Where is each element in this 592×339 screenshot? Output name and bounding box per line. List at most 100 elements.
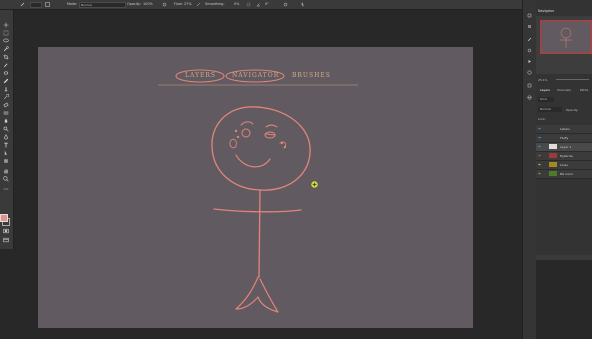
layer-name: BG Color [560, 172, 574, 176]
header-item-brushes: BRUSHES [292, 72, 331, 79]
hand-icon[interactable] [3, 168, 9, 174]
dodge-icon[interactable] [3, 126, 9, 132]
navigator-preview [560, 27, 572, 48]
visibility-eye-icon[interactable] [538, 163, 541, 166]
visibility-eye-icon[interactable] [538, 136, 541, 139]
eyedropper-icon[interactable] [3, 62, 9, 68]
stick-figure [211, 106, 311, 313]
canvas-drawing [158, 69, 358, 313]
path-select-icon[interactable] [3, 150, 9, 156]
healing-icon[interactable] [3, 70, 9, 76]
layer-name: Fluffy [560, 136, 569, 140]
header-item-layers: LAYERS [185, 72, 217, 79]
properties-icon[interactable] [527, 24, 532, 29]
layer-name: Labels [560, 127, 570, 131]
flow-label: Flow: [174, 2, 183, 6]
brush-settings-panel-icon[interactable] [527, 37, 532, 42]
options-bar: Mode: Normal Opacity: 100% Flow: 27% Smo… [0, 0, 592, 10]
tab-paths[interactable]: Paths [580, 88, 588, 92]
libraries-icon[interactable] [527, 95, 532, 100]
flow-value[interactable]: 27% [184, 2, 192, 6]
blur-icon[interactable] [3, 118, 9, 124]
crop-icon[interactable] [3, 54, 9, 60]
smoothing-gear-icon[interactable] [246, 2, 251, 7]
type-icon[interactable] [3, 142, 9, 148]
mode-label: Mode: [67, 2, 78, 6]
stamp-icon[interactable] [3, 86, 9, 92]
visibility-eye-icon[interactable] [538, 154, 541, 157]
mode-value: Normal [81, 3, 92, 7]
quick-select-icon[interactable] [3, 46, 9, 52]
layer-name: Lines [560, 163, 568, 167]
history-icon[interactable] [527, 13, 532, 18]
cursor-icon [310, 180, 319, 189]
layer-row[interactable]: Eyebrow [536, 152, 592, 161]
layers-empty-area [536, 179, 592, 255]
blend-mode-select[interactable]: Normal [538, 107, 562, 112]
tab-layers[interactable]: Layers [540, 88, 550, 92]
layer-name: Layer 1 [560, 145, 572, 149]
layer-thumbnail [549, 144, 557, 149]
opacity-label: Opacity: [127, 2, 141, 6]
layer-row[interactable]: Lines [536, 161, 592, 170]
visibility-eye-icon[interactable] [538, 127, 541, 130]
smoothing-value[interactable]: 0% [234, 2, 239, 6]
move-icon[interactable] [3, 22, 9, 28]
foreground-color-swatch[interactable] [0, 214, 8, 222]
smoothing-label: Smoothing: [205, 2, 225, 6]
panel-icons-column [522, 0, 536, 339]
layer-name: Eyebrow [560, 154, 573, 158]
layer-color-tag [549, 162, 557, 167]
angle-icon [256, 3, 260, 7]
document-canvas[interactable]: LAYERS NAVIGATOR BRUSHES [38, 47, 473, 328]
zoom-slider[interactable] [556, 79, 589, 80]
brushes-panel-icon[interactable] [527, 48, 532, 53]
screen-mode-icon[interactable] [3, 237, 9, 243]
navigator-panel [536, 16, 592, 74]
pressure-size-icon[interactable] [283, 2, 288, 7]
info-icon[interactable] [527, 70, 532, 75]
navigator-thumbnail[interactable] [540, 20, 592, 54]
shape-icon[interactable] [3, 158, 9, 164]
gradient-icon[interactable] [3, 110, 9, 116]
layer-opacity-label: Opacity: [566, 108, 579, 112]
pen-icon[interactable] [3, 134, 9, 140]
mode-select[interactable]: Normal [79, 2, 126, 8]
brush-tool-icon[interactable] [3, 78, 9, 84]
zoom-value[interactable]: 25.1% [538, 78, 548, 82]
history-brush-icon[interactable] [3, 94, 9, 100]
brush-settings-icon[interactable] [45, 2, 50, 7]
actions-icon[interactable] [527, 59, 532, 64]
airbrush-icon[interactable] [196, 2, 201, 7]
layer-row[interactable]: Fluffy [536, 134, 592, 143]
tab-channels[interactable]: Channels [557, 88, 571, 92]
layer-row[interactable]: BG Color [536, 170, 592, 179]
header-item-navigator: NAVIGATOR [232, 72, 280, 79]
layer-color-tag [549, 153, 557, 158]
layer-color-tag [549, 171, 557, 176]
symmetry-icon[interactable] [300, 2, 305, 7]
edit-toolbar-icon[interactable] [3, 186, 9, 192]
marquee-icon[interactable] [3, 30, 9, 36]
blend-mode-value: Normal [540, 107, 551, 111]
visibility-eye-icon[interactable] [538, 172, 541, 175]
navigator-tab[interactable]: Navigator [538, 9, 554, 13]
layer-row[interactable]: Labels [536, 125, 592, 134]
angle-value[interactable]: 0° [265, 2, 269, 6]
opacity-value[interactable]: 100% [143, 2, 153, 6]
lasso-icon[interactable] [3, 38, 9, 44]
layers-tabs: Layers Channels Paths [540, 87, 592, 93]
adjustments-icon[interactable] [527, 83, 532, 88]
brush-icon[interactable] [20, 2, 25, 7]
pressure-opacity-icon[interactable] [162, 2, 167, 7]
quick-mask-icon[interactable] [3, 228, 9, 234]
layer-row[interactable]: Layer 1 [536, 143, 592, 152]
kind-filter[interactable]: Kind [538, 97, 554, 102]
brush-preset-picker[interactable] [30, 2, 42, 8]
eraser-icon[interactable] [3, 102, 9, 108]
zoom-icon[interactable] [3, 176, 9, 182]
lock-label: Lock: [538, 117, 546, 121]
kind-label: Kind [540, 97, 547, 101]
panel-dock-empty [536, 260, 592, 339]
visibility-eye-icon[interactable] [538, 145, 541, 148]
